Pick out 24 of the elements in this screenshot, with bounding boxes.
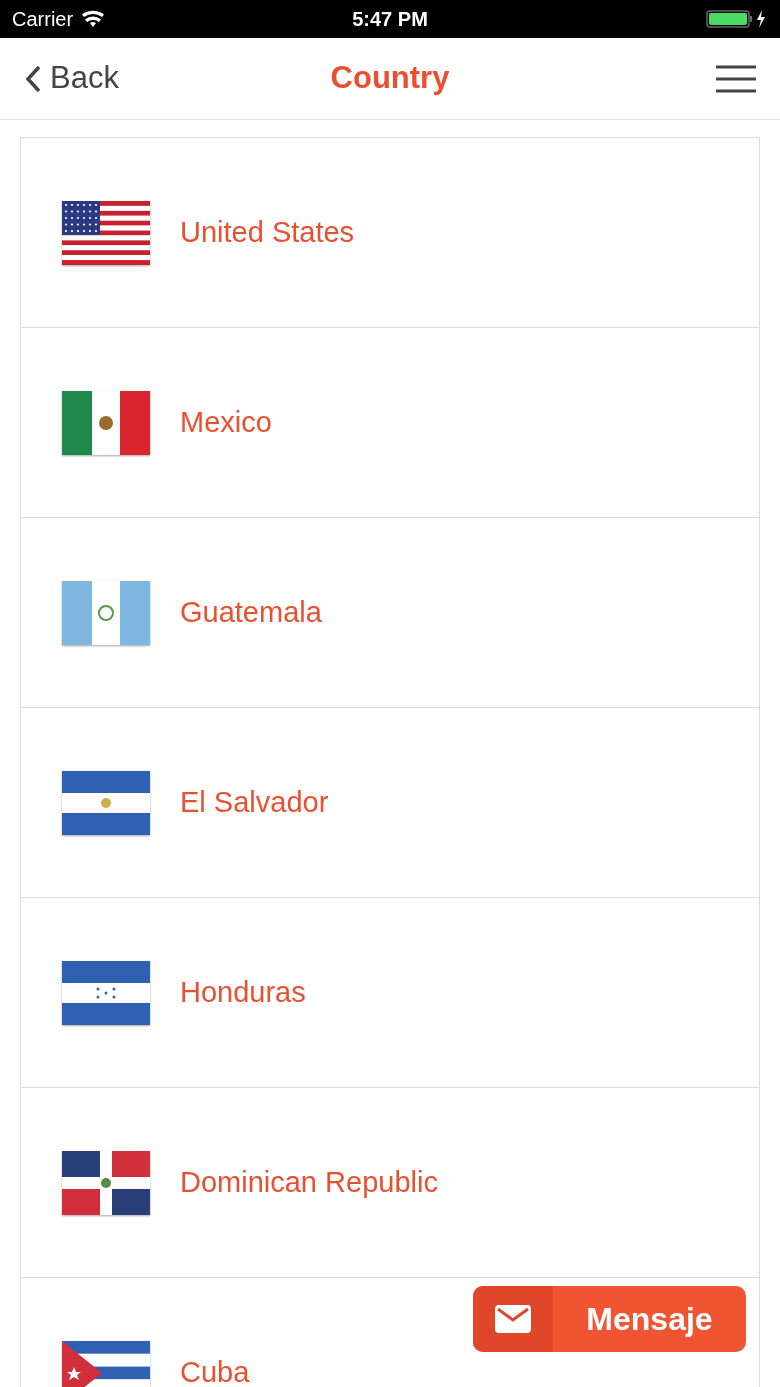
flag-icon	[62, 390, 150, 455]
battery-icon	[706, 8, 768, 30]
country-name: Mexico	[180, 404, 272, 440]
menu-icon	[716, 64, 756, 93]
clock: 5:47 PM	[352, 7, 428, 32]
flag-icon	[62, 200, 150, 265]
country-name: United States	[180, 214, 355, 250]
back-button[interactable]: Back	[24, 55, 119, 102]
flag-icon	[62, 960, 150, 1025]
flag-icon	[62, 1340, 150, 1387]
country-name: Guatemala	[180, 594, 322, 630]
chevron-left-icon	[24, 63, 42, 94]
envelope-icon	[495, 1305, 531, 1333]
country-name: Dominican Republic	[180, 1164, 438, 1200]
flag-icon	[62, 1150, 150, 1215]
message-button[interactable]: Mensaje	[473, 1286, 746, 1352]
country-name: Cuba	[180, 1354, 250, 1387]
country-name: El Salvador	[180, 784, 329, 820]
page-title: Country	[330, 59, 450, 98]
wifi-icon	[81, 10, 106, 28]
flag-icon	[62, 770, 150, 835]
carrier-label: Carrier	[12, 7, 74, 32]
flag-icon	[62, 580, 150, 645]
country-name: Honduras	[180, 974, 306, 1010]
